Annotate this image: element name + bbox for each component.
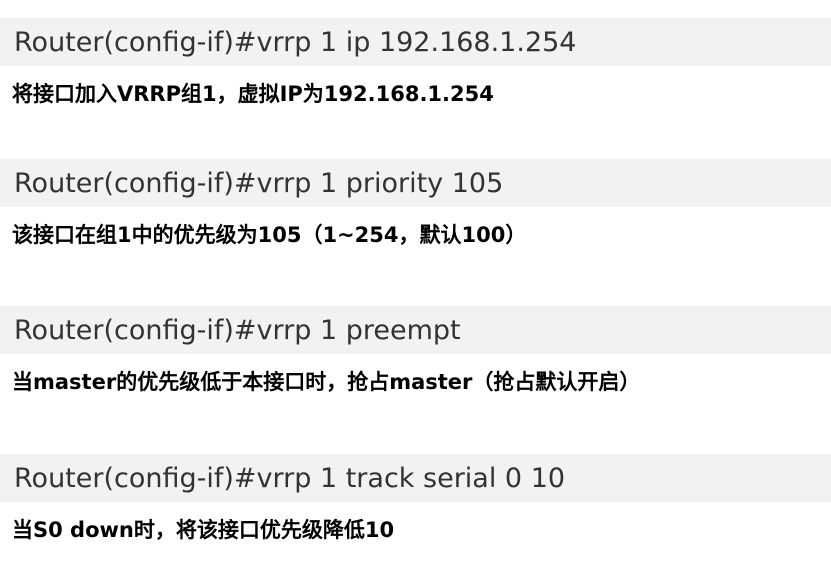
- command-description: 该接口在组1中的优先级为105（1~254，默认100）: [12, 223, 527, 247]
- command-description: 当master的优先级低于本接口时，抢占master（抢占默认开启）: [12, 370, 641, 394]
- command-description: 当S0 down时，将该接口优先级降低10: [12, 518, 395, 542]
- vrrp-priority-entry: Router(config-if)#vrrp 1 priority 105 该接…: [0, 159, 831, 249]
- command-line: Router(config-if)#vrrp 1 priority 105: [0, 159, 831, 207]
- command-description: 将接口加入VRRP组1，虚拟IP为192.168.1.254: [12, 82, 494, 106]
- command-line: Router(config-if)#vrrp 1 preempt: [0, 306, 831, 354]
- vrrp-preempt-entry: Router(config-if)#vrrp 1 preempt 当master…: [0, 306, 831, 396]
- command-line: Router(config-if)#vrrp 1 track serial 0 …: [0, 454, 831, 502]
- vrrp-ip-entry: Router(config-if)#vrrp 1 ip 192.168.1.25…: [0, 18, 831, 108]
- vrrp-track-entry: Router(config-if)#vrrp 1 track serial 0 …: [0, 454, 831, 544]
- command-line: Router(config-if)#vrrp 1 ip 192.168.1.25…: [0, 18, 831, 66]
